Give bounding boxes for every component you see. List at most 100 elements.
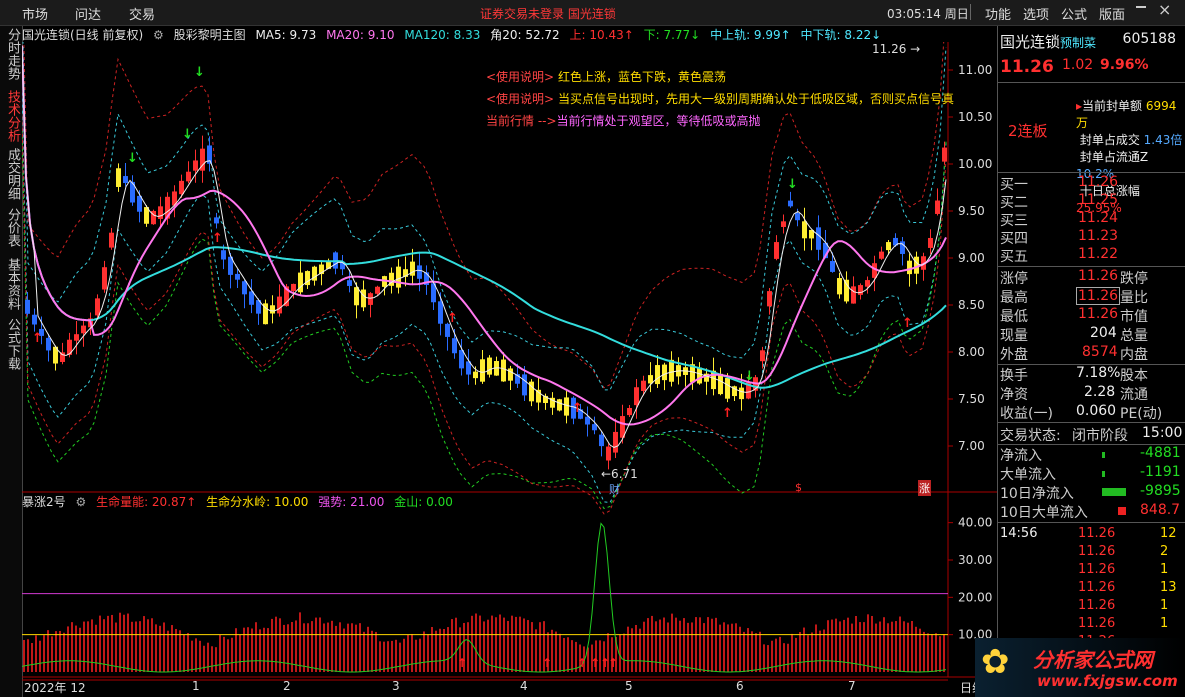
stat-row: 外盘 8574 内盘 [1000,344,1148,363]
seal-row: ▸当前封单额 6994万 [1076,99,1177,130]
tick-list[interactable]: 14:56 11.26 12 11.26 2 11.26 1 11.26 13 11.26… [1000,525,1184,651]
price-axis-label: 7.00 [958,439,985,453]
candle-body [291,283,296,291]
candle-body [788,200,793,207]
flow-row: 净流入 -4881 [1000,445,1181,464]
buy-signal-arrow: ↑ [722,406,733,421]
stock-name[interactable]: 国光连锁 [1000,33,1060,51]
menu-options[interactable]: 选项 [1023,4,1049,23]
candle-body [557,399,562,411]
candle-body [851,286,856,304]
candle-body [81,325,86,334]
menu-layout[interactable]: 版面 [1099,4,1125,23]
tab-timeshare[interactable]: 分时走势 [3,28,20,80]
candle-body [179,180,184,195]
candle-body [725,378,730,399]
mid-lower-value: 中下轨: 8.22↓ [800,28,882,42]
candle-body [606,446,611,461]
tab-formula-download[interactable]: 公式下载 [3,318,20,370]
buy-signal-arrow: ↑ [32,331,43,346]
bid-row[interactable]: 买四 11.23 [1000,228,1184,247]
formula-name[interactable]: 股彩黎明主图 [174,28,246,42]
candle-body [816,227,821,250]
candle-body [739,387,744,400]
kline-chart[interactable]: ↑↑↑↑ ↑↑↓↓↓↓↓↑ ↑ ↑ ↑ ↑↑ 11.0010.5010.009.509.0… [22,42,997,692]
ma120-value: MA120: 8.33 [404,28,481,42]
divider [998,422,1185,423]
candle-body [858,285,863,295]
candle-body [774,242,779,259]
clock: 03:05:14 周日 [887,7,969,21]
candle-body [879,251,884,259]
candle-body [298,272,303,293]
sub-settings-icon[interactable]: ⚙ [75,495,86,509]
candle-body [718,373,723,395]
time-axis: 2022年 12 1 2 3 4 5 6 7 日线 [22,679,997,697]
menu-market[interactable]: 市场 [22,4,48,23]
mid-upper-value: 中上轨: 9.99↑ [710,28,791,42]
candle-body [109,232,114,248]
price-axis-label: 11.00 [958,63,992,77]
candle-body [634,387,639,406]
tab-trade-detail[interactable]: 成交明细 [3,148,20,200]
tick-row: 11.26 1 [1078,598,1169,613]
stock-period[interactable]: 国光连锁(日线 前复权) [22,28,143,42]
close-icon[interactable]: × [1158,0,1171,19]
menu-formula[interactable]: 公式 [1061,4,1087,23]
menu-trade[interactable]: 交易 [129,4,155,23]
seal-row: 封单占成交 1.43倍 [1079,133,1183,147]
bid-row[interactable]: 买三 11.24 [1000,210,1184,229]
candle-body [116,168,121,187]
bid-row[interactable]: 买五 11.22 [1000,246,1184,265]
candle-body [627,407,632,416]
candle-body [928,237,933,248]
tab-price-table[interactable]: 分价表 [3,208,20,247]
board-count: 2连板 [1008,122,1048,140]
candle-body [102,267,107,290]
menu-wenda[interactable]: 问达 [75,4,101,23]
candle-body [907,260,912,275]
chart-header: 国光连锁(日线 前复权) ⚙ 股彩黎明主图 MA5: 9.73 MA20: 9.… [22,26,948,42]
candle-body [935,200,940,214]
sub-indicator-name[interactable]: 暴涨2号 [22,495,66,509]
lower-band-line [22,130,947,510]
candle-body [795,213,800,221]
candle-body [95,298,100,316]
angle-value: 角20: 52.72 [490,28,560,42]
bid-row[interactable]: 买二 11.25 [1000,192,1184,211]
buy-signal-arrow: ↑ [572,401,583,416]
candle-body [865,280,870,287]
minimize-icon[interactable] [1136,6,1146,8]
concept-tag[interactable]: 预制菜 [1060,36,1096,50]
candle-body [347,280,352,286]
candle-body [781,221,786,227]
login-notice[interactable]: 证券交易未登录 国光连锁 [480,5,616,22]
candle-body [830,261,835,272]
bid-row[interactable]: 买一 11.26 [1000,174,1184,193]
price-axis-label: 7.50 [958,392,985,406]
candle-body [186,171,191,182]
candle-body [914,256,919,274]
time-label: 5 [625,679,633,693]
strength-value: 强势: 21.00 [318,495,385,509]
settings-icon[interactable]: ⚙ [153,28,164,42]
candle-body [354,287,359,306]
candle-body [235,273,240,280]
candle-body [46,337,51,351]
time-label: 4 [520,679,528,693]
watermark-url: www.fxjgsw.com [1037,672,1178,690]
candle-body [508,368,513,381]
price-axis-label: 8.00 [958,345,985,359]
price-axis-label: 9.00 [958,251,985,265]
candle-body [585,416,590,425]
tab-basic-info[interactable]: 基本资料 [3,258,20,310]
tab-tech-analysis[interactable]: 技术分析 [3,90,20,142]
flow-bar [1102,452,1105,458]
candle-body [459,350,464,369]
time-label: 3 [392,679,400,693]
low-price-label: ←6.71 [601,467,638,481]
price-change: 1.02 [1062,57,1094,73]
sub-signal-arrow: ↑ [590,656,600,670]
life-energy-value: 生命量能: 20.87↑ [96,495,197,509]
menu-function[interactable]: 功能 [985,4,1011,23]
